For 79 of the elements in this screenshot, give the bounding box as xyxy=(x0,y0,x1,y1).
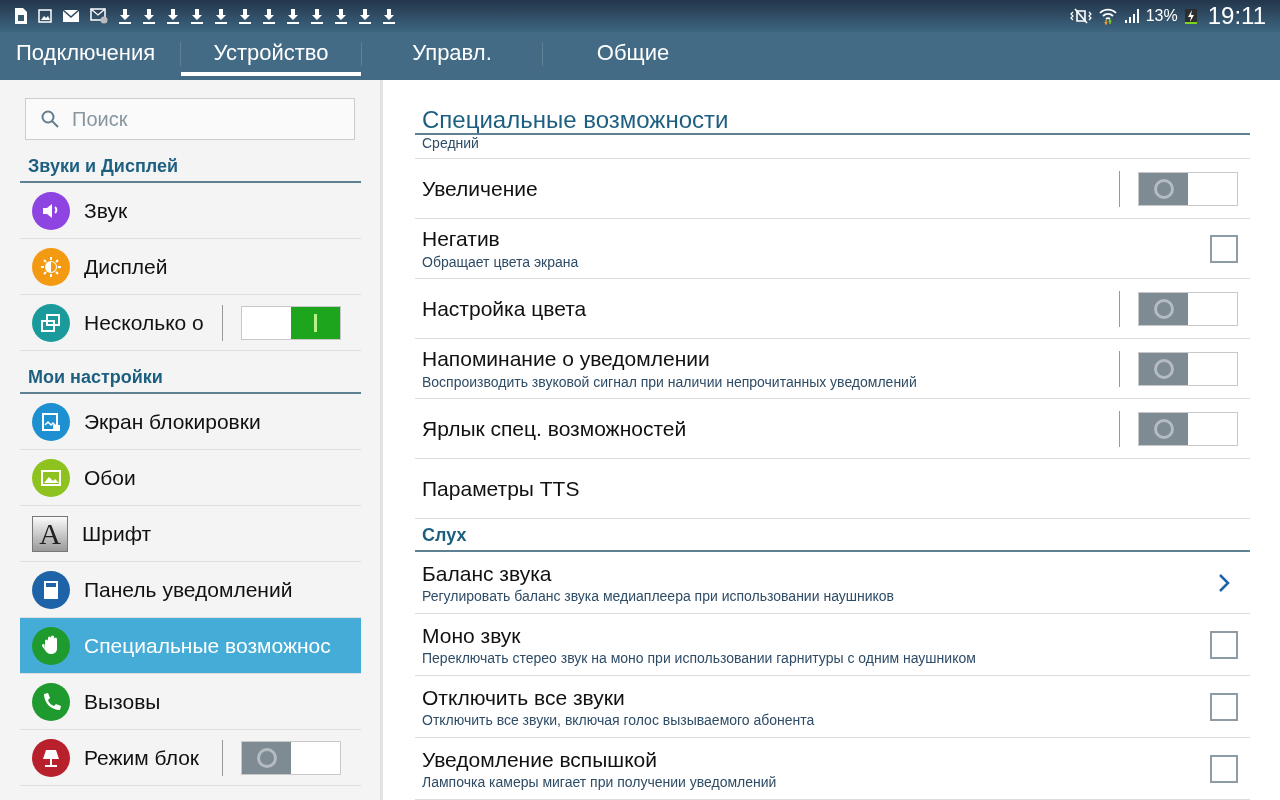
setting-title: Моно звук xyxy=(422,623,522,648)
tab[interactable]: Управл. xyxy=(362,32,542,76)
toggle-switch[interactable] xyxy=(1138,351,1238,386)
signal-icon xyxy=(1123,8,1140,24)
sidebar-item[interactable]: Звук xyxy=(20,183,361,239)
item-label: Панель уведомлений xyxy=(84,577,294,602)
setting-description: Регулировать баланс звука медиаплеера при использовании наушников xyxy=(422,587,896,604)
download-icon xyxy=(142,8,156,24)
setting-title: Увеличение xyxy=(422,176,539,201)
tab[interactable]: Общие xyxy=(543,32,723,76)
item-label: Специальные возможнос xyxy=(84,633,332,658)
sidebar-item[interactable]: Обои xyxy=(20,450,361,506)
download-icon xyxy=(190,8,204,24)
item-label: Обои xyxy=(84,465,137,490)
setting-description: Средний xyxy=(422,135,480,151)
clock-time: 19:11 xyxy=(1207,2,1266,30)
download-icon xyxy=(358,8,372,24)
sidebar-item[interactable]: Экран блокировки xyxy=(20,394,361,450)
item-label: Шрифт xyxy=(82,521,153,546)
setting-description: Переключать стерео звук на моно при использовании гарнитуры с одним наушником xyxy=(422,649,977,666)
setting-description: Обращает цвета экрана xyxy=(422,254,580,270)
image-icon xyxy=(38,9,52,23)
section-header: Мои настройки xyxy=(20,351,361,394)
search-icon xyxy=(41,110,59,128)
setting-title: Ярлык спец. возможностей xyxy=(422,416,688,441)
sidebar-item[interactable]: Дисплей xyxy=(20,239,361,295)
battery-charging-icon xyxy=(1183,7,1198,25)
tab[interactable]: Устройство xyxy=(181,32,361,76)
setting-title: Настройка цвета xyxy=(422,296,588,321)
setting-title: Напоминание о уведомлении xyxy=(422,347,711,371)
checkbox[interactable] xyxy=(1210,630,1238,659)
battery-percent: 13% xyxy=(1145,7,1178,25)
toggle-switch[interactable] xyxy=(1138,171,1238,206)
item-label: Несколько о xyxy=(84,310,205,335)
toggle-switch[interactable] xyxy=(1138,291,1238,326)
setting-description: Лампочка камеры мигает при получении уведомлений xyxy=(422,773,778,790)
item-label: Дисплей xyxy=(84,254,169,279)
checkbox[interactable] xyxy=(1210,754,1238,783)
wifi-icon xyxy=(1097,7,1118,25)
sidebar-item[interactable]: Режим блок xyxy=(20,730,361,786)
download-icon xyxy=(214,8,228,24)
download-icon xyxy=(310,8,324,24)
tab[interactable]: Подключения xyxy=(0,32,180,76)
section-header: Слух xyxy=(415,519,1250,552)
toggle-switch[interactable] xyxy=(241,740,341,775)
download-icon xyxy=(262,8,276,24)
download-icon xyxy=(238,8,252,24)
item-label: Режим блок xyxy=(84,745,201,770)
download-icon xyxy=(334,8,348,24)
chevron-right-icon xyxy=(1218,572,1230,593)
vibrate-mute-icon xyxy=(1069,8,1092,24)
checkbox[interactable] xyxy=(1210,692,1238,721)
email-icon xyxy=(90,8,108,24)
setting-description: Воспроизводить звуковой сигнал при наличии непрочитанных уведомлений xyxy=(422,374,918,390)
setting-title: Параметры TTS xyxy=(422,476,581,501)
download-icon xyxy=(382,8,396,24)
section-header: Звуки и Дисплей xyxy=(20,140,361,183)
toggle-switch[interactable] xyxy=(1138,411,1238,446)
item-label: Вызовы xyxy=(84,689,162,714)
setting-description: Отключить все звуки, включая голос вызываемого абонента xyxy=(422,711,816,728)
setting-title: Отключить все звуки xyxy=(422,685,626,710)
setting-title: Баланс звука xyxy=(422,561,553,586)
toggle-switch[interactable] xyxy=(241,305,341,340)
item-label: Экран блокировки xyxy=(84,409,262,434)
mail-icon xyxy=(62,9,80,23)
sim-card-icon xyxy=(14,7,28,25)
item-label: Звук xyxy=(84,198,129,223)
download-icon xyxy=(166,8,180,24)
sidebar-item[interactable]: Вызовы xyxy=(20,674,361,730)
sidebar-item[interactable]: Несколько о xyxy=(20,295,361,351)
download-icon xyxy=(118,8,132,24)
checkbox[interactable] xyxy=(1210,234,1238,263)
page-title: Специальные возможности xyxy=(415,80,1250,135)
search-field[interactable]: Поиск xyxy=(25,98,355,140)
download-icon xyxy=(286,8,300,24)
font-icon: A xyxy=(32,515,68,552)
setting-title: Негатив xyxy=(422,227,501,251)
sidebar-item[interactable]: A Шрифт xyxy=(20,506,361,562)
setting-title: Уведомление вспышкой xyxy=(422,747,658,772)
